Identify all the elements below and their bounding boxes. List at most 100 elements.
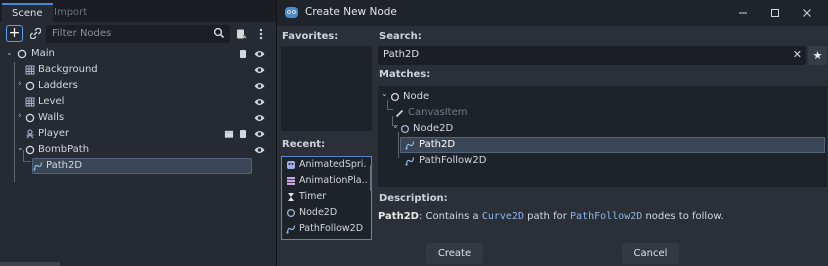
attach-script-button[interactable] — [232, 25, 249, 42]
description-link-curve2d[interactable]: Curve2D — [482, 211, 524, 222]
tree-row-label: Player — [38, 128, 70, 139]
tree-row-level[interactable]: Level — [0, 94, 276, 110]
recent-item[interactable]: Timer — [284, 189, 366, 205]
node-circle-icon — [25, 145, 35, 155]
animation-player-icon — [287, 177, 295, 185]
recent-scrollbar[interactable] — [370, 165, 372, 191]
player-icon — [26, 129, 34, 139]
scene-toolbar: + Filter Nodes — [0, 22, 276, 46]
match-label: CanvasItem — [408, 107, 468, 118]
kebab-menu-icon — [259, 28, 262, 39]
add-node-button[interactable]: + — [6, 25, 23, 42]
node-circle-icon — [400, 124, 410, 134]
plus-icon: + — [8, 25, 21, 41]
visibility-eye-icon[interactable] — [254, 113, 265, 123]
tree-row-walls[interactable]: › Walls — [0, 110, 276, 126]
recent-item-label: PathFollow2D — [299, 223, 364, 234]
grid-icon — [25, 65, 35, 75]
recent-item[interactable]: PathFollow2D — [284, 221, 366, 237]
dialog-titlebar: Create New Node — [277, 0, 828, 26]
tree-row-label: Background — [38, 64, 98, 75]
instance-scene-button[interactable] — [27, 25, 44, 42]
matches-label: Matches: — [379, 69, 431, 80]
dialog-title: Create New Node — [305, 6, 397, 18]
node-circle-icon — [286, 208, 296, 218]
recent-item[interactable]: Node2D — [284, 205, 366, 221]
tree-row-label: Main — [31, 48, 55, 59]
description-part: nodes to follow. — [642, 211, 724, 222]
visibility-eye-icon[interactable] — [254, 129, 265, 139]
more-options-button[interactable] — [252, 25, 269, 42]
description-label: Description: — [379, 193, 448, 204]
tree-row-bombpath[interactable]: ⌄ BombPath — [0, 142, 276, 158]
maximize-icon — [771, 9, 779, 17]
recent-item[interactable]: AnimatedSpri... — [284, 157, 367, 173]
match-row-pathfollow2d[interactable]: PathFollow2D — [378, 153, 827, 169]
favorites-list[interactable] — [281, 46, 372, 131]
description-text: Path2D: Contains a Curve2D path for Path… — [378, 211, 724, 222]
maximize-button[interactable] — [761, 3, 789, 23]
matches-tree[interactable]: ⌄ Node CanvasItem ⌄ Node2D Path2D PathFo… — [378, 86, 827, 187]
tree-row-label: Path2D — [46, 160, 83, 171]
node-circle-icon — [25, 81, 35, 91]
description-link-pathfollow2d[interactable]: PathFollow2D — [570, 211, 642, 222]
path2d-icon — [405, 141, 415, 150]
match-row-node2d[interactable]: ⌄ Node2D — [378, 121, 827, 137]
filter-nodes-input[interactable]: Filter Nodes — [46, 25, 230, 43]
path2d-icon — [33, 162, 43, 171]
recent-item-label: AnimationPla... — [299, 175, 367, 186]
godot-logo-icon — [285, 7, 298, 18]
tree-row-ladders[interactable]: › Ladders — [0, 78, 276, 94]
dock-scrollbar[interactable] — [0, 262, 60, 266]
tab-import[interactable]: Import — [44, 3, 97, 22]
timer-icon — [288, 193, 294, 201]
clear-icon[interactable]: ✕ — [793, 48, 802, 61]
tree-row-main[interactable]: ⌄ Main — [0, 46, 276, 62]
collapse-arrow-icon[interactable]: ⌄ — [381, 89, 388, 98]
visibility-eye-icon[interactable] — [254, 49, 265, 59]
match-label: Path2D — [419, 139, 456, 150]
node-circle-icon — [25, 113, 35, 123]
visibility-eye-icon[interactable] — [254, 97, 265, 107]
tree-row-player[interactable]: Player — [0, 126, 276, 142]
script-icon[interactable] — [238, 49, 248, 59]
match-label: Node — [403, 91, 430, 102]
visibility-eye-icon[interactable] — [254, 81, 265, 91]
search-icon — [213, 27, 225, 39]
match-row-node[interactable]: ⌄ Node — [378, 89, 827, 105]
pencil-icon — [395, 109, 404, 118]
node-circle-icon — [17, 49, 27, 59]
tree-row-background[interactable]: Background — [0, 62, 276, 78]
path2d-icon — [286, 225, 296, 234]
link-icon — [30, 28, 41, 39]
tree-row-label: Ladders — [38, 80, 78, 91]
match-row-canvasitem[interactable]: CanvasItem — [378, 105, 827, 121]
match-row-path2d[interactable]: Path2D — [400, 137, 825, 153]
tree-row-label: Walls — [38, 112, 65, 123]
search-label: Search: — [379, 31, 422, 42]
recent-item-label: Node2D — [299, 207, 338, 218]
match-label: Node2D — [413, 123, 454, 134]
recent-list[interactable]: AnimatedSpri... AnimationPla... Timer No… — [281, 156, 372, 240]
clapperboard-icon[interactable] — [224, 129, 234, 139]
create-node-dialog: Create New Node Favorites: Recent: Anima… — [276, 0, 828, 266]
script-icon[interactable] — [238, 129, 248, 139]
recent-item[interactable]: AnimationPla... — [284, 173, 367, 189]
recent-item-label: Timer — [299, 191, 327, 202]
collapse-arrow-icon[interactable]: ⌄ — [6, 48, 16, 58]
visibility-eye-icon[interactable] — [254, 145, 265, 155]
minimize-button[interactable] — [729, 3, 757, 23]
path2d-icon — [405, 157, 415, 166]
search-input[interactable]: Path2D ✕ — [378, 46, 806, 65]
create-button[interactable]: Create — [426, 243, 483, 264]
favorite-toggle-button[interactable]: ★ — [808, 46, 827, 65]
collapse-arrow-icon[interactable]: ⌄ — [392, 121, 399, 130]
grid-icon — [25, 97, 35, 107]
close-button[interactable] — [793, 3, 821, 23]
star-icon: ★ — [812, 49, 823, 62]
visibility-eye-icon[interactable] — [254, 65, 265, 75]
tree-row-path2d[interactable]: Path2D — [0, 158, 276, 174]
cancel-button[interactable]: Cancel — [622, 243, 679, 264]
script-icon — [236, 29, 247, 39]
search-value: Path2D — [383, 49, 420, 60]
